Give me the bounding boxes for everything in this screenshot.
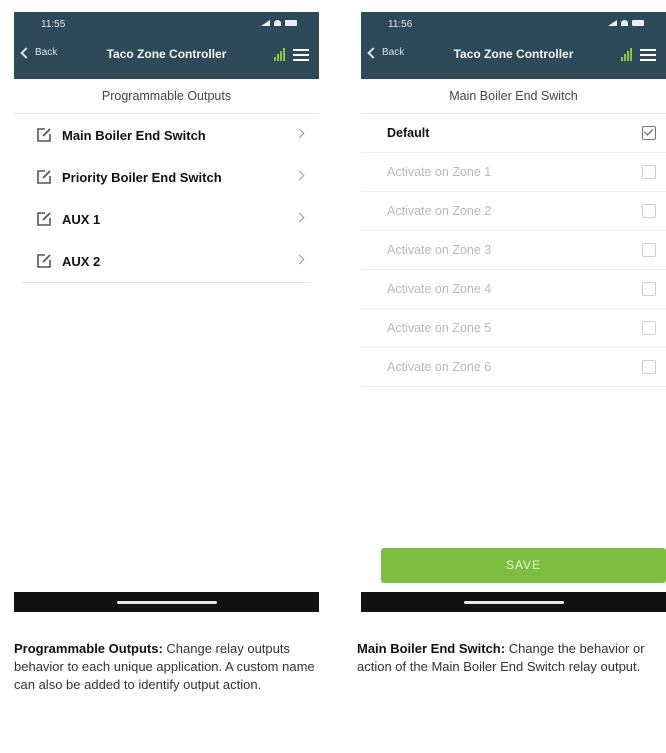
edit-icon xyxy=(37,170,51,184)
option-default[interactable]: Default xyxy=(361,114,666,153)
status-time: 11:56 xyxy=(388,19,413,30)
battery-icon xyxy=(285,20,297,26)
caption-main-boiler-end-switch: Main Boiler End Switch: Change the behav… xyxy=(357,640,662,676)
caption-title: Programmable Outputs: xyxy=(14,641,163,656)
page-title: Programmable Outputs xyxy=(14,79,319,114)
option-activate-zone-6[interactable]: Activate on Zone 6 xyxy=(361,348,666,387)
status-time: 11:55 xyxy=(41,19,66,30)
option-label: Activate on Zone 6 xyxy=(387,360,492,374)
option-label: Activate on Zone 5 xyxy=(387,321,492,335)
option-label: Default xyxy=(387,126,430,140)
signal-bars-icon xyxy=(621,47,632,61)
output-label: Priority Boiler End Switch xyxy=(62,169,222,185)
app-header: 11:56 Back Taco Zone Controller xyxy=(361,12,666,79)
wifi-icon xyxy=(621,20,628,26)
system-indicators xyxy=(608,20,644,26)
cellular-signal-icon xyxy=(261,20,270,26)
output-label: AUX 1 xyxy=(62,211,101,227)
output-item-aux-1[interactable]: AUX 1 xyxy=(14,198,319,240)
status-bar: 11:55 xyxy=(14,18,319,34)
checkbox-icon[interactable] xyxy=(642,282,656,296)
option-label: Activate on Zone 2 xyxy=(387,204,492,218)
nav-bar: Back Taco Zone Controller xyxy=(361,43,666,67)
system-indicators xyxy=(261,20,297,26)
programmable-outputs-screen: 11:55 Back Taco Zone Controller Programm… xyxy=(14,12,319,612)
edit-icon xyxy=(37,212,51,226)
main-boiler-end-switch-screen: 11:56 Back Taco Zone Controller Main Boi… xyxy=(361,12,666,612)
output-label: AUX 2 xyxy=(62,253,101,269)
cellular-signal-icon xyxy=(608,20,617,26)
option-activate-zone-1[interactable]: Activate on Zone 1 xyxy=(361,153,666,192)
output-item-aux-2[interactable]: AUX 2 xyxy=(14,240,319,282)
chevron-right-icon xyxy=(294,254,305,265)
hamburger-menu-icon[interactable] xyxy=(640,49,656,61)
checkbox-icon[interactable] xyxy=(642,360,656,374)
checkmark-icon xyxy=(643,126,654,136)
hamburger-menu-icon[interactable] xyxy=(293,49,309,61)
option-activate-zone-2[interactable]: Activate on Zone 2 xyxy=(361,192,666,231)
option-activate-zone-3[interactable]: Activate on Zone 3 xyxy=(361,231,666,270)
signal-bars-icon xyxy=(274,47,285,61)
checkbox-icon[interactable] xyxy=(642,321,656,335)
chevron-right-icon xyxy=(294,212,305,223)
option-label: Activate on Zone 4 xyxy=(387,282,492,296)
nav-bar: Back Taco Zone Controller xyxy=(14,43,319,67)
chevron-right-icon xyxy=(294,128,305,139)
checkbox-icon[interactable] xyxy=(642,165,656,179)
caption-title: Main Boiler End Switch: xyxy=(357,641,506,656)
option-activate-zone-5[interactable]: Activate on Zone 5 xyxy=(361,309,666,348)
checkbox-icon[interactable] xyxy=(642,204,656,218)
option-label: Activate on Zone 3 xyxy=(387,243,492,257)
home-indicator[interactable] xyxy=(116,601,217,604)
option-activate-zone-4[interactable]: Activate on Zone 4 xyxy=(361,270,666,309)
edit-icon xyxy=(37,254,51,268)
checkbox-icon[interactable] xyxy=(642,243,656,257)
checkbox-icon[interactable] xyxy=(642,126,656,140)
list-divider xyxy=(22,282,311,283)
wifi-icon xyxy=(274,20,281,26)
home-indicator-bar xyxy=(14,592,319,612)
app-header: 11:55 Back Taco Zone Controller xyxy=(14,12,319,79)
edit-icon xyxy=(37,128,51,142)
page-title: Main Boiler End Switch xyxy=(361,79,666,114)
output-label: Main Boiler End Switch xyxy=(62,127,206,143)
home-indicator-bar xyxy=(361,592,666,612)
chevron-right-icon xyxy=(294,170,305,181)
output-item-main-boiler-end-switch[interactable]: Main Boiler End Switch xyxy=(14,114,319,156)
battery-icon xyxy=(632,20,644,26)
save-button[interactable]: SAVE xyxy=(381,548,666,583)
option-label: Activate on Zone 1 xyxy=(387,165,492,179)
home-indicator[interactable] xyxy=(463,601,564,604)
status-bar: 11:56 xyxy=(361,18,666,34)
caption-programmable-outputs: Programmable Outputs: Change relay outpu… xyxy=(14,640,319,694)
output-item-priority-boiler-end-switch[interactable]: Priority Boiler End Switch xyxy=(14,156,319,198)
